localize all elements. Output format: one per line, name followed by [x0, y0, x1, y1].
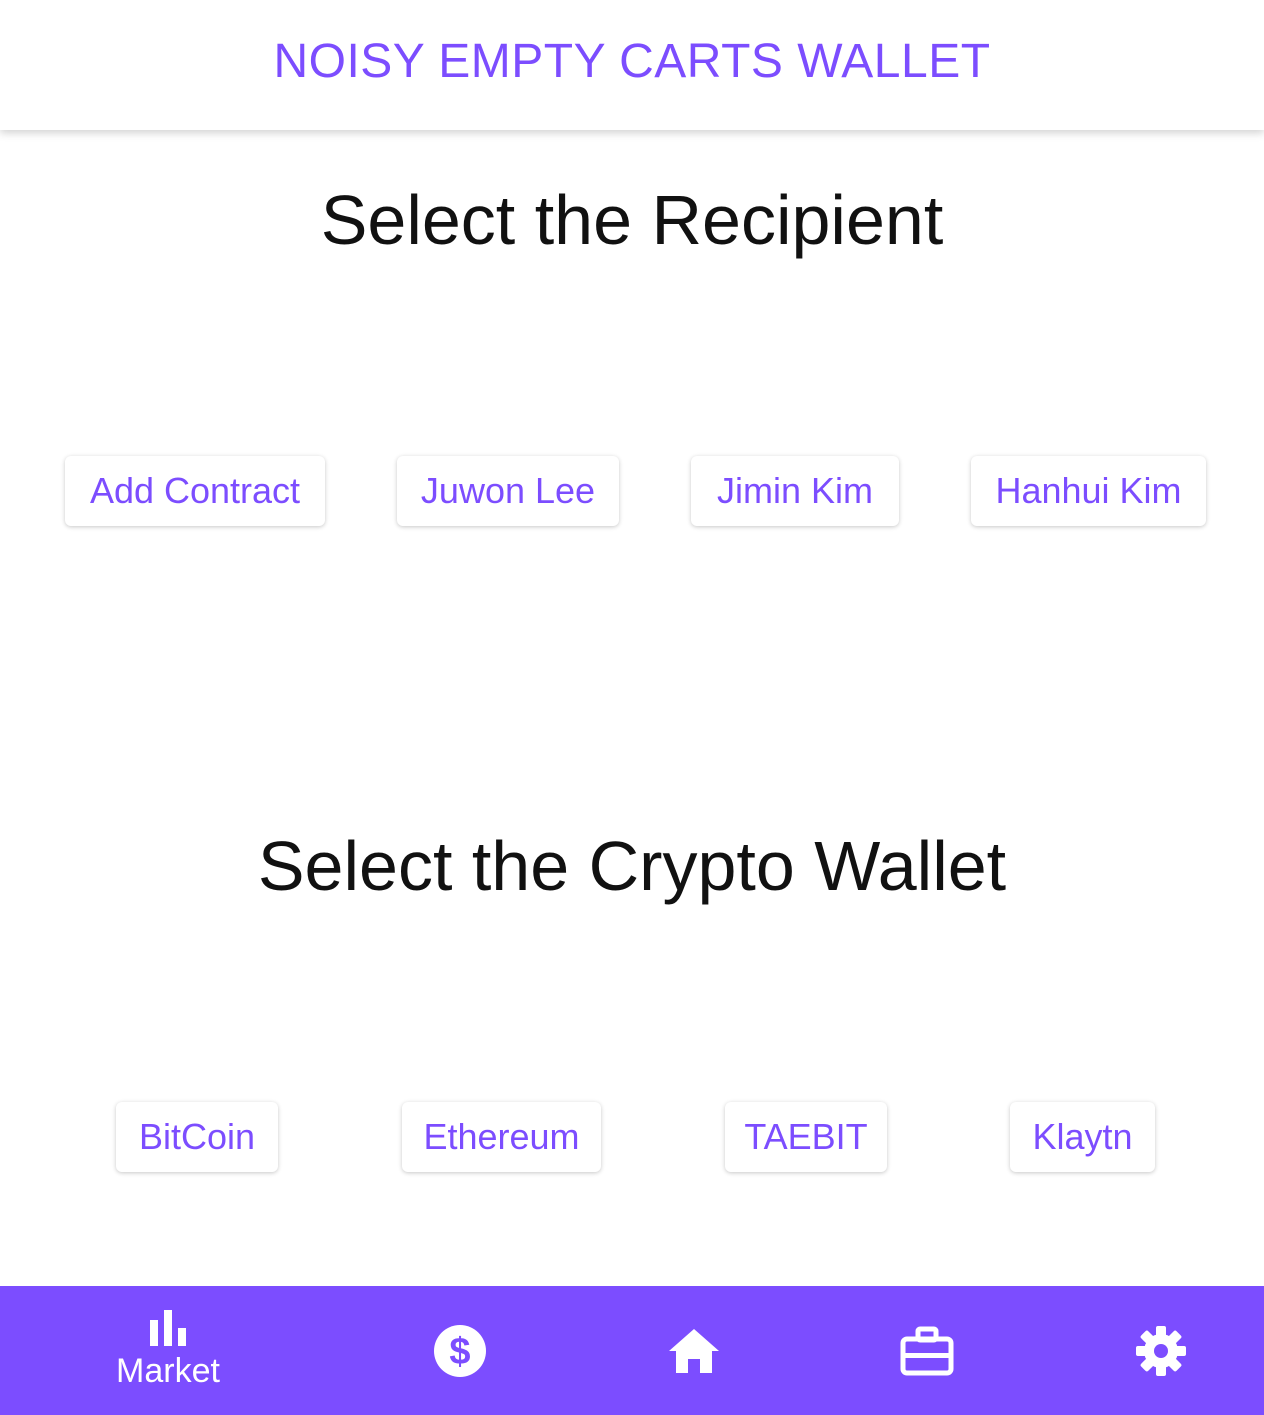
svg-text:$: $ [449, 1331, 470, 1373]
nav-wallet-tab[interactable] [847, 1286, 1007, 1415]
app-screen: NOISY EMPTY CARTS WALLET Select the Reci… [0, 0, 1264, 1415]
home-icon [667, 1327, 721, 1375]
top-app-bar: NOISY EMPTY CARTS WALLET [0, 0, 1264, 130]
nav-home-tab[interactable] [614, 1286, 774, 1415]
nav-payment-tab[interactable]: $ [380, 1286, 540, 1415]
briefcase-icon [900, 1326, 954, 1376]
wallet-taebit-button[interactable]: TAEBIT [725, 1102, 887, 1172]
recipient-juwon-lee-button[interactable]: Juwon Lee [397, 456, 619, 526]
wallet-bitcoin-button[interactable]: BitCoin [116, 1102, 278, 1172]
wallet-klaytn-button[interactable]: Klaytn [1010, 1102, 1155, 1172]
recipient-jimin-kim-button[interactable]: Jimin Kim [691, 456, 899, 526]
add-contract-button[interactable]: Add Contract [65, 456, 325, 526]
wallet-ethereum-button[interactable]: Ethereum [402, 1102, 601, 1172]
gear-icon [1135, 1325, 1187, 1377]
recipient-section-title: Select the Recipient [320, 181, 944, 259]
nav-settings-tab[interactable] [1081, 1286, 1241, 1415]
dollar-icon: $ [433, 1324, 487, 1378]
bottom-navigation-bar: Market $ [0, 1286, 1264, 1415]
recipient-hanhui-kim-button[interactable]: Hanhui Kim [971, 456, 1206, 526]
bar-chart-icon [148, 1310, 188, 1346]
nav-market-label: Market [116, 1352, 220, 1390]
nav-market-tab[interactable]: Market [48, 1286, 288, 1415]
wallet-section-title: Select the Crypto Wallet [257, 827, 1007, 905]
app-title: NOISY EMPTY CARTS WALLET [273, 34, 991, 88]
